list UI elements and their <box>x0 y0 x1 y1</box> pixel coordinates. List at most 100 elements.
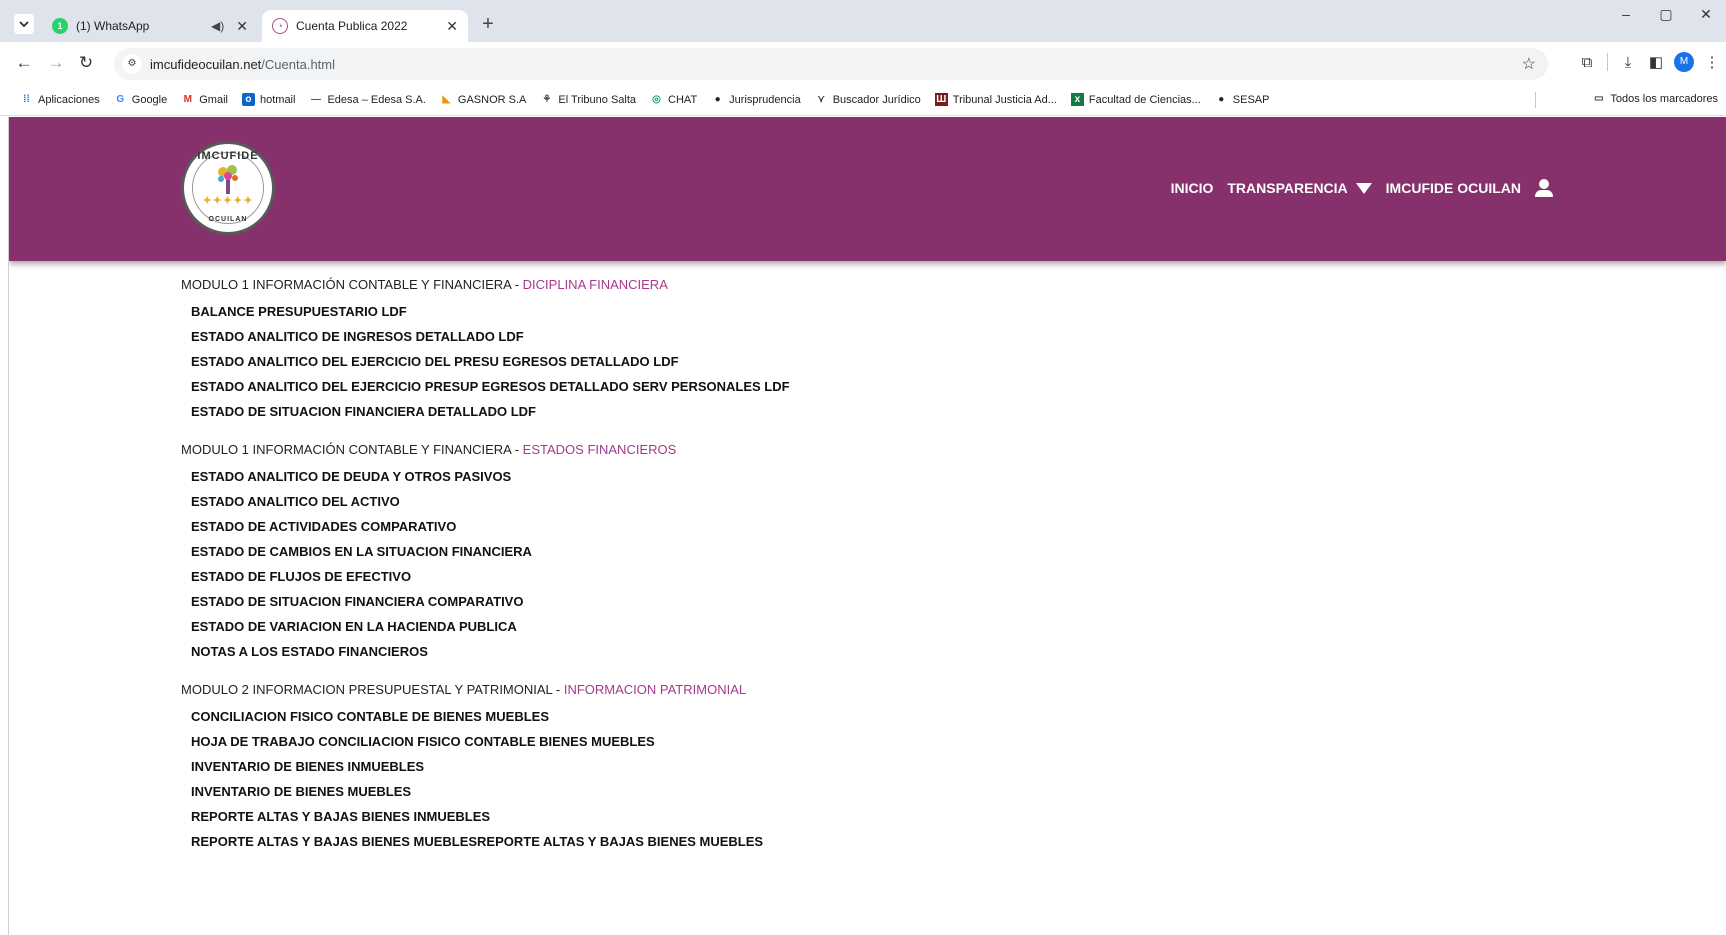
all-bookmarks-button[interactable]: ▭ Todos los marcadores <box>1592 92 1718 105</box>
logo-figures: ✦✦✦✦✦ <box>202 195 254 207</box>
bookmark-star-icon[interactable]: ☆ <box>1522 54 1536 74</box>
bookmark-item[interactable]: o hotmail <box>241 93 296 106</box>
bookmarks-divider <box>1535 92 1536 108</box>
main-navigation: INICIO TRANSPARENCIA IMCUFIDE OCUILAN <box>1157 179 1553 197</box>
all-bookmarks-label: Todos los marcadores <box>1610 92 1718 105</box>
module-title: MODULO 1 INFORMACIÓN CONTABLE Y FINANCIE… <box>181 277 523 292</box>
document-link[interactable]: ESTADO ANALITICO DEL EJERCICIO DEL PRESU… <box>191 349 1081 374</box>
bookmark-item[interactable]: ● Jurisprudencia <box>711 93 801 106</box>
module-section: MODULO 1 INFORMACIÓN CONTABLE Y FINANCIE… <box>181 436 1081 664</box>
bookmark-item[interactable]: — Edesa – Edesa S.A. <box>309 93 426 106</box>
nav-transparencia-label: TRANSPARENCIA <box>1227 180 1348 196</box>
document-link[interactable]: INVENTARIO DE BIENES MUEBLES <box>191 779 1081 804</box>
close-window-icon[interactable]: ✕ <box>1686 6 1726 23</box>
module-title: MODULO 1 INFORMACIÓN CONTABLE Y FINANCIE… <box>181 442 523 457</box>
module-subtitle: INFORMACION PATRIMONIAL <box>563 682 747 697</box>
globe-icon: ● <box>1218 94 1225 105</box>
module-subtitle: ESTADOS FINANCIEROS <box>522 442 677 457</box>
nav-inicio[interactable]: INICIO <box>1171 180 1214 196</box>
bookmark-item[interactable]: G Google <box>114 93 167 106</box>
globe-icon: ● <box>714 94 721 105</box>
reload-icon[interactable]: ↻ <box>76 54 96 74</box>
url-text[interactable]: imcufideocuilan.net/Cuenta.html <box>150 57 1522 72</box>
nav-imcufide-ocuilan[interactable]: IMCUFIDE OCUILAN <box>1386 180 1521 196</box>
url-path: /Cuenta.html <box>261 56 335 72</box>
document-link[interactable]: ESTADO DE SITUACION FINANCIERA COMPARATI… <box>191 589 1081 614</box>
kebab-menu-icon[interactable]: ⋮ <box>1698 53 1726 71</box>
document-link[interactable]: BALANCE PRESUPUESTARIO LDF <box>191 299 1081 324</box>
address-bar[interactable]: ⚙ imcufideocuilan.net/Cuenta.html ☆ <box>114 48 1548 80</box>
folder-icon: ▭ <box>1594 93 1604 104</box>
extensions-puzzle-icon[interactable]: ⧉ <box>1573 54 1601 71</box>
bookmark-label: Edesa – Edesa S.A. <box>327 93 426 106</box>
bookmark-label: CHAT <box>668 93 698 106</box>
bookmark-label: hotmail <box>259 93 296 106</box>
speaker-icon[interactable]: ◀) <box>211 19 224 33</box>
document-link[interactable]: ESTADO ANALITICO DEL ACTIVO <box>191 489 1081 514</box>
close-tab-icon[interactable]: ✕ <box>446 18 458 35</box>
document-link[interactable]: ESTADO DE FLUJOS DE EFECTIVO <box>191 564 1081 589</box>
document-link[interactable]: ESTADO ANALITICO DEL EJERCICIO PRESUP EG… <box>191 374 1081 399</box>
tab-whatsapp[interactable]: 1 (1) WhatsApp ◀) ✕ <box>44 10 258 42</box>
side-panel-icon[interactable]: ◧ <box>1642 53 1670 71</box>
new-tab-plus-icon[interactable]: + <box>476 14 500 34</box>
minimize-icon[interactable]: – <box>1606 6 1646 23</box>
profile-avatar[interactable]: M <box>1674 52 1694 72</box>
tribunal-icon: Ш <box>934 93 948 106</box>
tab-cuenta-publica[interactable]: ◔ Cuenta Publica 2022 ✕ <box>262 10 468 42</box>
bookmark-label: Buscador Jurídico <box>832 93 921 106</box>
bookmark-label: El Tribuno Salta <box>558 93 637 106</box>
nav-transparencia[interactable]: TRANSPARENCIA <box>1227 180 1372 196</box>
document-link[interactable]: ESTADO DE SITUACION FINANCIERA DETALLADO… <box>191 399 1081 424</box>
document-link[interactable]: INVENTARIO DE BIENES INMUEBLES <box>191 754 1081 779</box>
site-info-icon[interactable]: ⚙ <box>122 54 142 74</box>
site-logo[interactable]: IMCUFIDE ✦✦✦✦✦ OCUILAN <box>181 141 275 235</box>
document-link[interactable]: HOJA DE TRABAJO CONCILIACION FISICO CONT… <box>191 729 1081 754</box>
outlook-icon: o <box>241 93 255 106</box>
bookmark-item[interactable]: ⋎ Buscador Jurídico <box>815 93 921 106</box>
apps-grid-icon: ⁞⁞ <box>23 94 30 105</box>
bookmark-label: SESAP <box>1232 93 1270 106</box>
document-link[interactable]: ESTADO DE VARIACION EN LA HACIENDA PUBLI… <box>191 614 1081 639</box>
edesa-icon: — <box>310 94 321 105</box>
restore-icon[interactable]: ▢ <box>1646 6 1686 23</box>
document-link[interactable]: ESTADO DE ACTIVIDADES COMPARATIVO <box>191 514 1081 539</box>
close-tab-icon[interactable]: ✕ <box>236 18 248 35</box>
whatsapp-icon: 1 <box>52 18 68 34</box>
bookmark-label: Tribunal Justicia Ad... <box>952 93 1057 106</box>
bookmark-label: Facultad de Ciencias... <box>1088 93 1201 106</box>
user-icon[interactable] <box>1535 179 1553 197</box>
bookmark-item[interactable]: ⁞⁞ Aplicaciones <box>20 93 100 106</box>
bookmark-item[interactable]: Ш Tribunal Justicia Ad... <box>934 93 1057 106</box>
bookmark-label: Jurisprudencia <box>729 93 801 106</box>
site-header: IMCUFIDE ✦✦✦✦✦ OCUILAN INICIO TRANSPAREN… <box>9 117 1726 261</box>
bookmark-label: Aplicaciones <box>38 93 100 106</box>
tribuno-icon: ⚘ <box>542 94 552 105</box>
module-title: MODULO 2 INFORMACION PRESUPUESTAL Y PATR… <box>181 682 564 697</box>
bookmark-item[interactable]: x Facultad de Ciencias... <box>1070 93 1201 106</box>
tab-search-chevron-icon[interactable] <box>14 14 34 34</box>
document-link[interactable]: REPORTE ALTAS Y BAJAS BIENES MUEBLESREPO… <box>191 829 1081 854</box>
download-icon[interactable]: ⤓ <box>1614 54 1642 71</box>
bookmark-item[interactable]: ⚘ El Tribuno Salta <box>540 93 636 106</box>
bookmark-item[interactable]: ● SESAP <box>1215 93 1270 106</box>
document-link[interactable]: ESTADO DE CAMBIOS EN LA SITUACION FINANC… <box>191 539 1081 564</box>
forward-arrow-icon[interactable]: → <box>46 54 66 74</box>
logo-top-text: IMCUFIDE <box>197 150 259 162</box>
bookmark-item[interactable]: M Gmail <box>181 93 228 106</box>
document-link[interactable]: CONCILIACION FISICO CONTABLE DE BIENES M… <box>191 704 1081 729</box>
bookmark-item[interactable]: ◣ GASNOR S.A <box>440 93 527 106</box>
module-section: MODULO 2 INFORMACION PRESUPUESTAL Y PATR… <box>181 676 1081 854</box>
buscador-icon: ⋎ <box>817 94 825 105</box>
bookmark-item[interactable]: ◎ CHAT <box>650 93 697 106</box>
document-link[interactable]: ESTADO ANALITICO DE INGRESOS DETALLADO L… <box>191 324 1081 349</box>
toolbar-divider <box>1607 53 1608 71</box>
document-link[interactable]: ESTADO ANALITICO DE DEUDA Y OTROS PASIVO… <box>191 464 1081 489</box>
back-arrow-icon[interactable]: ← <box>14 54 34 74</box>
site-favicon-icon: ◔ <box>272 18 288 34</box>
module-section: MODULO 1 INFORMACIÓN CONTABLE Y FINANCIE… <box>181 271 1081 424</box>
excel-icon: x <box>1070 93 1084 106</box>
document-link[interactable]: REPORTE ALTAS Y BAJAS BIENES INMUEBLES <box>191 804 1081 829</box>
window-controls: – ▢ ✕ <box>1606 6 1726 23</box>
document-link[interactable]: NOTAS A LOS ESTADO FINANCIEROS <box>191 639 1081 664</box>
